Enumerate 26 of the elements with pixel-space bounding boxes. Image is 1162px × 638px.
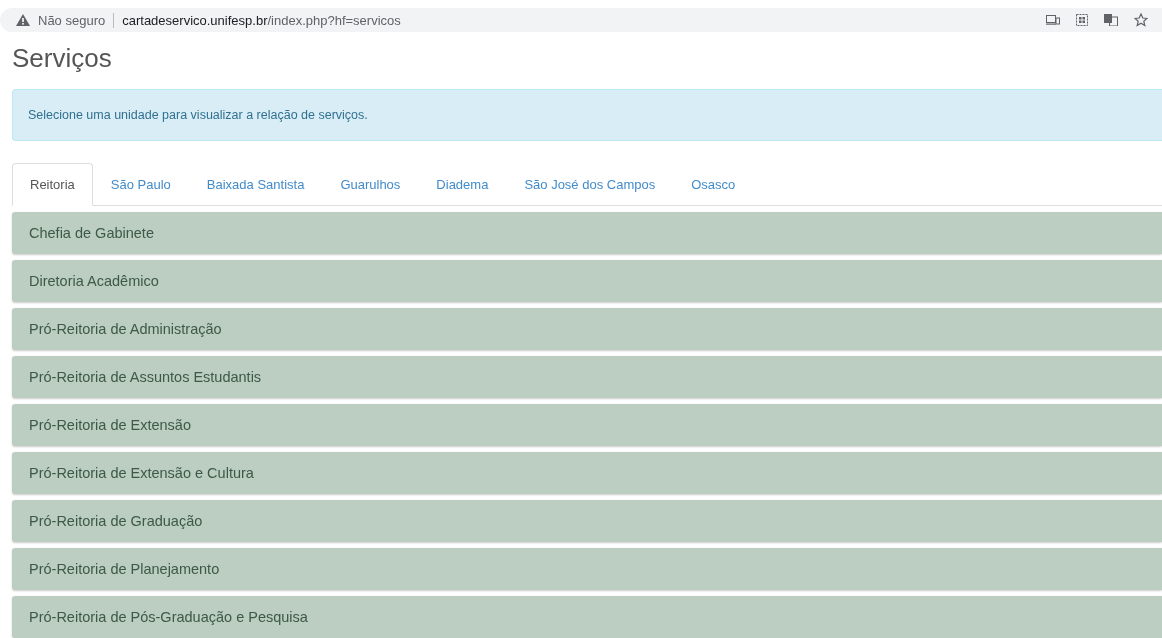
- url-text: cartadeservico.unifesp.br/index.php?hf=servicos: [122, 12, 401, 28]
- panel-heading[interactable]: Pró-Reitoria de Extensão: [12, 404, 1162, 446]
- warning-icon: [16, 14, 30, 26]
- tab[interactable]: Reitoria: [12, 163, 93, 206]
- star-icon[interactable]: [1134, 13, 1148, 27]
- tab[interactable]: Guarulhos: [322, 163, 419, 206]
- tab[interactable]: São José dos Campos: [506, 163, 674, 206]
- panel-heading[interactable]: Pró-Reitoria de Extensão e Cultura: [12, 452, 1162, 494]
- address-bar[interactable]: Não seguro cartadeservico.unifesp.br/index.php?hf=servicos: [0, 8, 1162, 32]
- panel-heading[interactable]: Pró-Reitoria de Administração: [12, 308, 1162, 350]
- cast-icon[interactable]: [1046, 15, 1060, 25]
- page-title: Serviços: [12, 42, 113, 75]
- panel-heading[interactable]: Pró-Reitoria de Graduação: [12, 500, 1162, 542]
- panel-heading[interactable]: Pró-Reitoria de Planejamento: [12, 548, 1162, 590]
- panel-heading[interactable]: Chefia de Gabinete: [12, 212, 1162, 254]
- security-label: Não seguro: [38, 12, 106, 28]
- tab[interactable]: São Paulo: [92, 163, 189, 206]
- tab[interactable]: Osasco: [673, 163, 754, 206]
- tab[interactable]: Baixada Santista: [188, 163, 323, 206]
- translate-icon[interactable]: [1104, 14, 1118, 26]
- panel-heading[interactable]: Pró-Reitoria de Assuntos Estudantis: [12, 356, 1162, 398]
- tab[interactable]: Diadema: [418, 163, 507, 206]
- panel-heading[interactable]: Pró-Reitoria de Pós-Graduação e Pesquisa: [12, 596, 1162, 638]
- panel-heading[interactable]: Diretoria Acadêmico: [12, 260, 1162, 302]
- grid-icon[interactable]: [1076, 14, 1088, 26]
- info-alert: Selecione uma unidade para visualizar a relação de serviços.: [12, 89, 1162, 141]
